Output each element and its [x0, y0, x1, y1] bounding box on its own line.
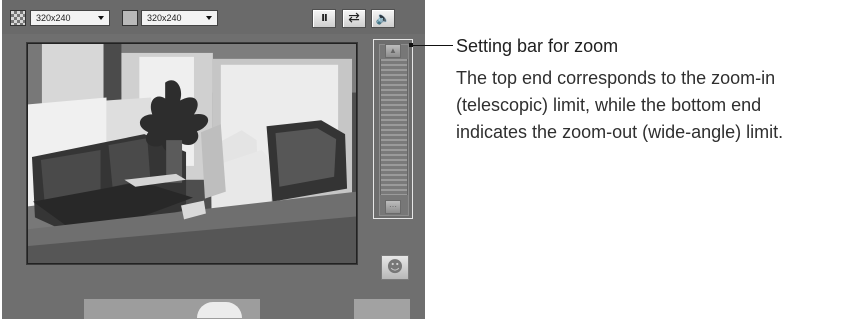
camera-video-feed[interactable]	[26, 42, 358, 265]
image-mode-icon[interactable]	[10, 10, 26, 26]
annotation-description: The top end corresponds to the zoom-in (…	[456, 68, 784, 142]
camera-viewer-documentation: 320x240 320x240 II ⇄ 🔈 ▲ ⋯ ☻ Setting bar…	[0, 0, 853, 319]
zoom-setting-bar[interactable]: ▲ ⋯	[373, 39, 413, 219]
display-mode-icon[interactable]	[122, 10, 138, 26]
swap-button[interactable]: ⇄	[342, 9, 366, 28]
callout-line	[411, 45, 453, 46]
pause-icon: II	[321, 13, 328, 24]
camera-preset-button[interactable]: ☻	[381, 255, 409, 280]
resolution-select-value: 320x240	[36, 13, 71, 23]
swap-icon: ⇄	[348, 10, 360, 26]
speaker-icon: 🔈	[375, 11, 391, 25]
zoom-track[interactable]	[380, 59, 408, 195]
resolution-select-primary[interactable]: 320x240	[30, 10, 110, 26]
zoom-in-icon[interactable]: ▲	[385, 44, 401, 58]
person-icon: ☻	[386, 257, 404, 276]
resolution-select-value: 320x240	[147, 13, 182, 23]
chevron-down-icon	[206, 16, 212, 20]
resolution-select-secondary[interactable]: 320x240	[141, 10, 218, 26]
sound-button[interactable]: 🔈	[371, 9, 395, 28]
camera-viewer-panel: 320x240 320x240 II ⇄ 🔈 ▲ ⋯ ☻	[2, 0, 425, 319]
zoom-annotation: Setting bar for zoom The top end corresp…	[456, 34, 853, 146]
video-scene	[27, 43, 357, 264]
lower-video-highlight	[197, 302, 242, 318]
zoom-out-icon[interactable]: ⋯	[385, 200, 401, 214]
pause-button[interactable]: II	[312, 9, 336, 28]
chevron-down-icon	[98, 16, 104, 20]
annotation-title: Setting bar for zoom	[456, 36, 619, 56]
lower-control-area	[354, 299, 410, 319]
